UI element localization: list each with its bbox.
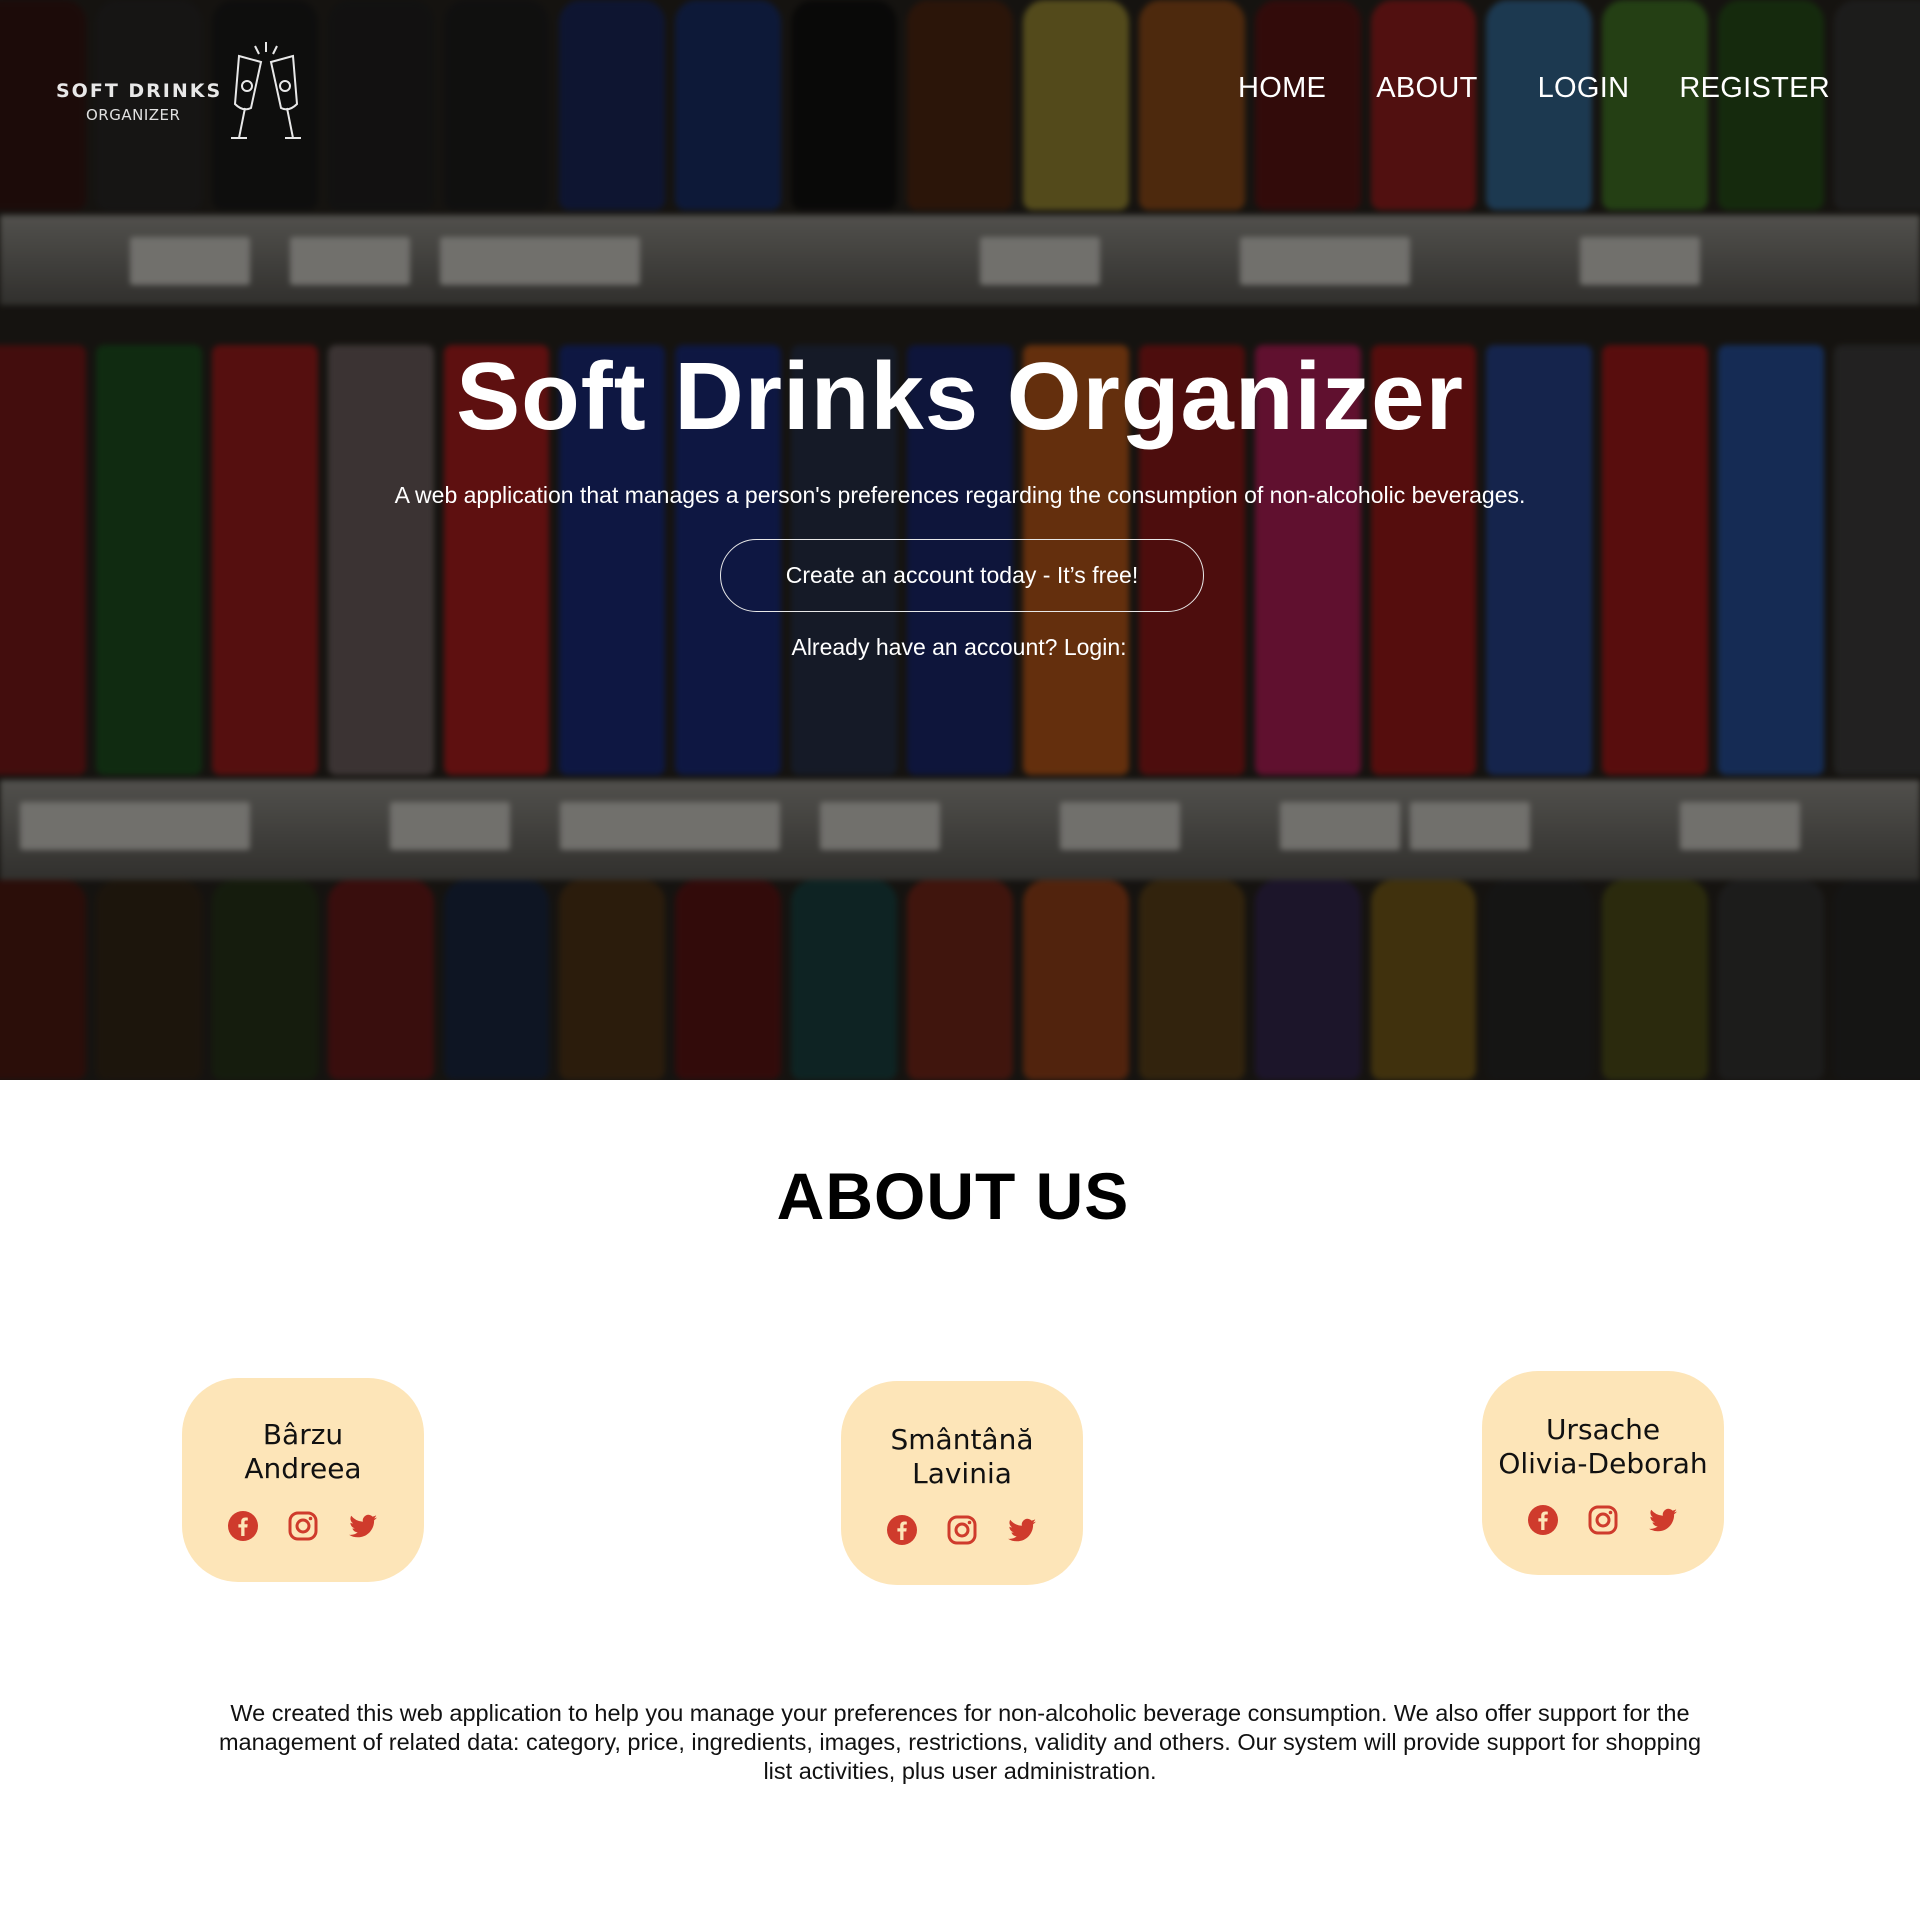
facebook-icon[interactable]: [1527, 1504, 1559, 1536]
member-card: Smântână Lavinia: [841, 1381, 1083, 1585]
instagram-icon[interactable]: [287, 1510, 319, 1542]
facebook-icon[interactable]: [886, 1514, 918, 1546]
member-first-name: Ursache: [1545, 1413, 1661, 1446]
social-links: [841, 1514, 1083, 1546]
cheers-glasses-icon: [231, 42, 301, 139]
member-last-name: Lavinia: [912, 1457, 1012, 1490]
twitter-icon[interactable]: [347, 1510, 379, 1542]
member-card: Bârzu Andreea: [182, 1378, 424, 1582]
about-us-heading: ABOUT US: [776, 1159, 1130, 1233]
brand-logo[interactable]: SOFT DRINKS ORGANIZER: [56, 42, 316, 142]
member-card: Ursache Olivia-Deborah: [1482, 1371, 1724, 1575]
member-last-name: Andreea: [244, 1452, 362, 1485]
member-last-name: Olivia-Deborah: [1498, 1447, 1708, 1480]
brand-subtitle: ORGANIZER: [86, 106, 181, 124]
nav-home[interactable]: HOME: [1238, 72, 1326, 105]
hero-title: Soft Drinks Organizer: [456, 343, 1464, 450]
instagram-icon[interactable]: [946, 1514, 978, 1546]
member-first-name: Bârzu: [262, 1418, 344, 1451]
twitter-icon[interactable]: [1647, 1504, 1679, 1536]
social-links: [182, 1510, 424, 1542]
nav-register[interactable]: REGISTER: [1679, 72, 1830, 105]
hero-section: SOFT DRINKS ORGANIZER HOME ABOUT LOGIN R…: [0, 0, 1920, 1080]
hero-subtitle: A web application that manages a person'…: [394, 482, 1526, 508]
main-nav: HOME ABOUT LOGIN REGISTER: [1238, 72, 1830, 105]
login-link[interactable]: Already have an account? Login:: [0, 634, 1918, 661]
member-first-name: Smântână: [890, 1423, 1034, 1456]
create-account-button[interactable]: Create an account today - It’s free!: [720, 539, 1204, 612]
nav-login[interactable]: LOGIN: [1538, 72, 1630, 105]
social-links: [1482, 1504, 1724, 1536]
brand-title: SOFT DRINKS: [56, 80, 223, 102]
instagram-icon[interactable]: [1587, 1504, 1619, 1536]
twitter-icon[interactable]: [1006, 1514, 1038, 1546]
nav-about[interactable]: ABOUT: [1376, 72, 1477, 105]
facebook-icon[interactable]: [227, 1510, 259, 1542]
about-description: We created this web application to help …: [218, 1700, 1702, 1784]
